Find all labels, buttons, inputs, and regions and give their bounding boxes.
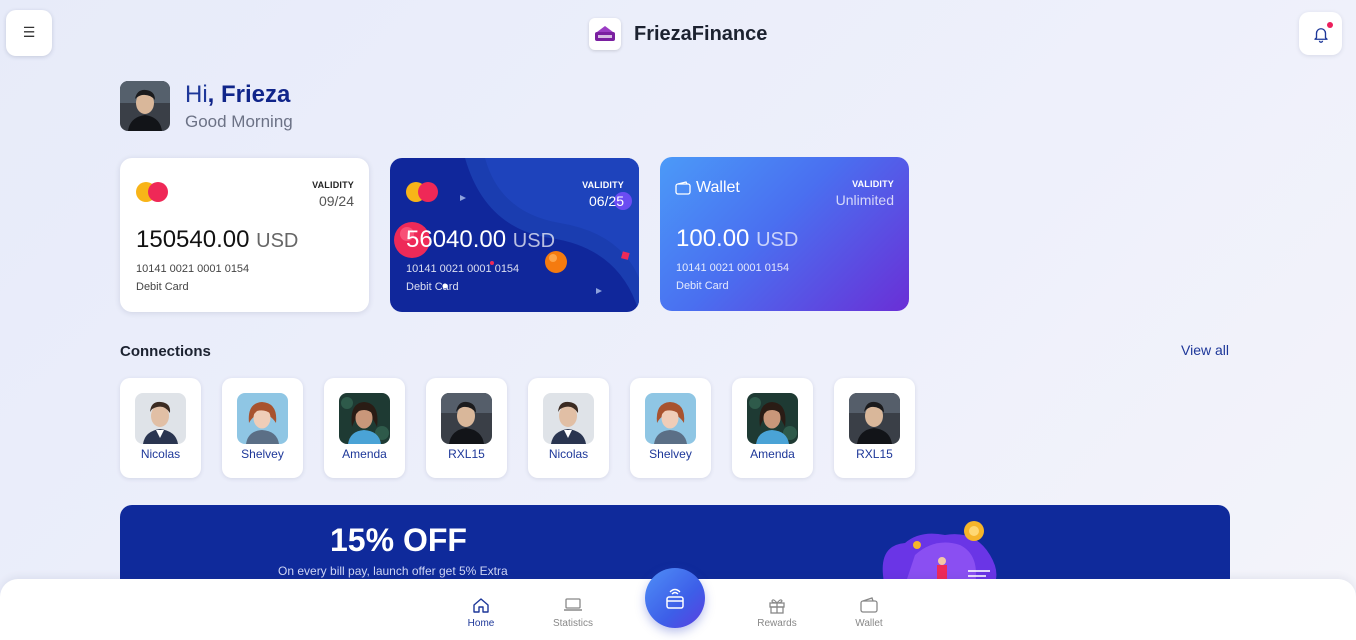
mastercard-icon bbox=[136, 182, 170, 202]
nav-statistics[interactable]: Statistics bbox=[538, 595, 608, 629]
card-currency: USD bbox=[756, 229, 799, 251]
connection-card[interactable]: Shelvey bbox=[222, 378, 303, 478]
connection-avatar bbox=[849, 393, 900, 444]
user-avatar[interactable] bbox=[120, 81, 170, 131]
mastercard-icon bbox=[406, 182, 440, 202]
card-type: Debit Card bbox=[136, 281, 189, 293]
connection-avatar bbox=[339, 393, 390, 444]
home-icon bbox=[473, 598, 489, 613]
nav-wallet[interactable]: Wallet bbox=[834, 595, 904, 629]
card-number: 10141 0021 0001 0154 bbox=[676, 262, 790, 274]
brand: FriezaFinance bbox=[589, 17, 767, 51]
gift-icon bbox=[769, 598, 785, 614]
nav-wallet-label: Wallet bbox=[855, 618, 883, 629]
connection-name: Nicolas bbox=[140, 447, 181, 461]
promo-title: 15% OFF bbox=[330, 522, 467, 558]
card-validity-label: VALIDITY bbox=[852, 179, 894, 189]
connection-name: Shelvey bbox=[241, 447, 284, 461]
wireless-card-icon bbox=[666, 588, 684, 609]
card-amount: 100.00 bbox=[676, 225, 750, 252]
nav-home-label: Home bbox=[467, 618, 495, 629]
menu-button[interactable]: ☰ bbox=[6, 10, 52, 56]
connection-avatar bbox=[747, 393, 798, 444]
card-scan-button[interactable] bbox=[645, 568, 705, 628]
connection-name: Nicolas bbox=[548, 447, 589, 461]
card-number: 10141 0021 0001 0154 bbox=[406, 263, 520, 275]
greeting-title: Hi, Frieza bbox=[185, 81, 293, 109]
nav-home[interactable]: Home bbox=[446, 595, 516, 629]
card-type: Debit Card bbox=[406, 281, 459, 293]
brand-logo bbox=[589, 18, 621, 50]
greeting-subtitle: Good Morning bbox=[185, 112, 293, 131]
hamburger-icon: ☰ bbox=[22, 25, 36, 41]
card-validity-label: VALIDITY bbox=[312, 180, 354, 190]
brand-name: FriezaFinance bbox=[634, 22, 768, 45]
connection-avatar bbox=[543, 393, 594, 444]
card-type: Debit Card bbox=[676, 280, 729, 292]
user-name: , Frieza bbox=[207, 81, 291, 108]
card-validity-label: VALIDITY bbox=[582, 180, 624, 190]
wallet-icon bbox=[860, 597, 878, 613]
card-validity: 09/24 bbox=[318, 193, 354, 209]
connection-name: RXL15 bbox=[856, 447, 893, 461]
card-amount: 150540.00 bbox=[136, 226, 250, 253]
connection-card[interactable]: RXL15 bbox=[426, 378, 507, 478]
card-currency: USD bbox=[256, 230, 299, 252]
nav-statistics-label: Statistics bbox=[552, 618, 593, 629]
card-currency: USD bbox=[512, 230, 556, 252]
card-validity: Unlimited bbox=[835, 192, 894, 208]
greeting-hi: Hi bbox=[185, 81, 208, 108]
nav-rewards[interactable]: Rewards bbox=[742, 595, 812, 629]
connection-card[interactable]: Amenda bbox=[324, 378, 405, 478]
connections-title: Connections bbox=[120, 343, 211, 360]
view-all-link[interactable]: View all bbox=[1181, 342, 1229, 358]
brand-logo-graphic bbox=[595, 26, 615, 41]
connection-card[interactable]: Amenda bbox=[732, 378, 813, 478]
notifications-button[interactable] bbox=[1299, 12, 1342, 55]
laptop-icon bbox=[564, 598, 582, 611]
connection-avatar bbox=[135, 393, 186, 444]
card-number: 10141 0021 0001 0154 bbox=[136, 263, 250, 275]
card-balance: 100.00 USD bbox=[676, 225, 798, 253]
connection-name: Shelvey bbox=[649, 447, 692, 461]
card-amount: 56040.00 bbox=[406, 226, 507, 253]
connection-avatar bbox=[645, 393, 696, 444]
connection-avatar bbox=[441, 393, 492, 444]
nav-rewards-label: Rewards bbox=[757, 618, 797, 629]
connection-card[interactable]: Shelvey bbox=[630, 378, 711, 478]
debit-card-white[interactable]: VALIDITY 09/24 150540.00 USD 10141 0021 … bbox=[120, 158, 369, 312]
connection-card[interactable]: Nicolas bbox=[528, 378, 609, 478]
bell-icon bbox=[1313, 27, 1328, 43]
card-balance: 56040.00 USD bbox=[406, 226, 555, 254]
debit-card-blue[interactable]: VALIDITY 06/25 56040.00 USD 10141 0021 0… bbox=[390, 158, 639, 312]
wallet-card[interactable]: Wallet VALIDITY Unlimited 100.00 USD 101… bbox=[660, 157, 909, 311]
connection-name: RXL15 bbox=[448, 447, 485, 461]
wallet-title: Wallet bbox=[675, 179, 740, 197]
connection-name: Amenda bbox=[342, 447, 387, 461]
greeting: Hi, Frieza Good Morning bbox=[120, 81, 293, 132]
card-balance: 150540.00 USD bbox=[136, 226, 298, 254]
wallet-label: Wallet bbox=[696, 179, 740, 196]
card-validity: 06/25 bbox=[588, 193, 624, 209]
connection-card[interactable]: RXL15 bbox=[834, 378, 915, 478]
wallet-icon bbox=[675, 181, 691, 195]
connection-name: Amenda bbox=[750, 447, 795, 461]
connection-card[interactable]: Nicolas bbox=[120, 378, 201, 478]
notification-dot bbox=[1327, 22, 1333, 28]
connection-avatar bbox=[237, 393, 288, 444]
promo-subtitle: On every bill pay, launch offer get 5% E… bbox=[278, 564, 508, 578]
